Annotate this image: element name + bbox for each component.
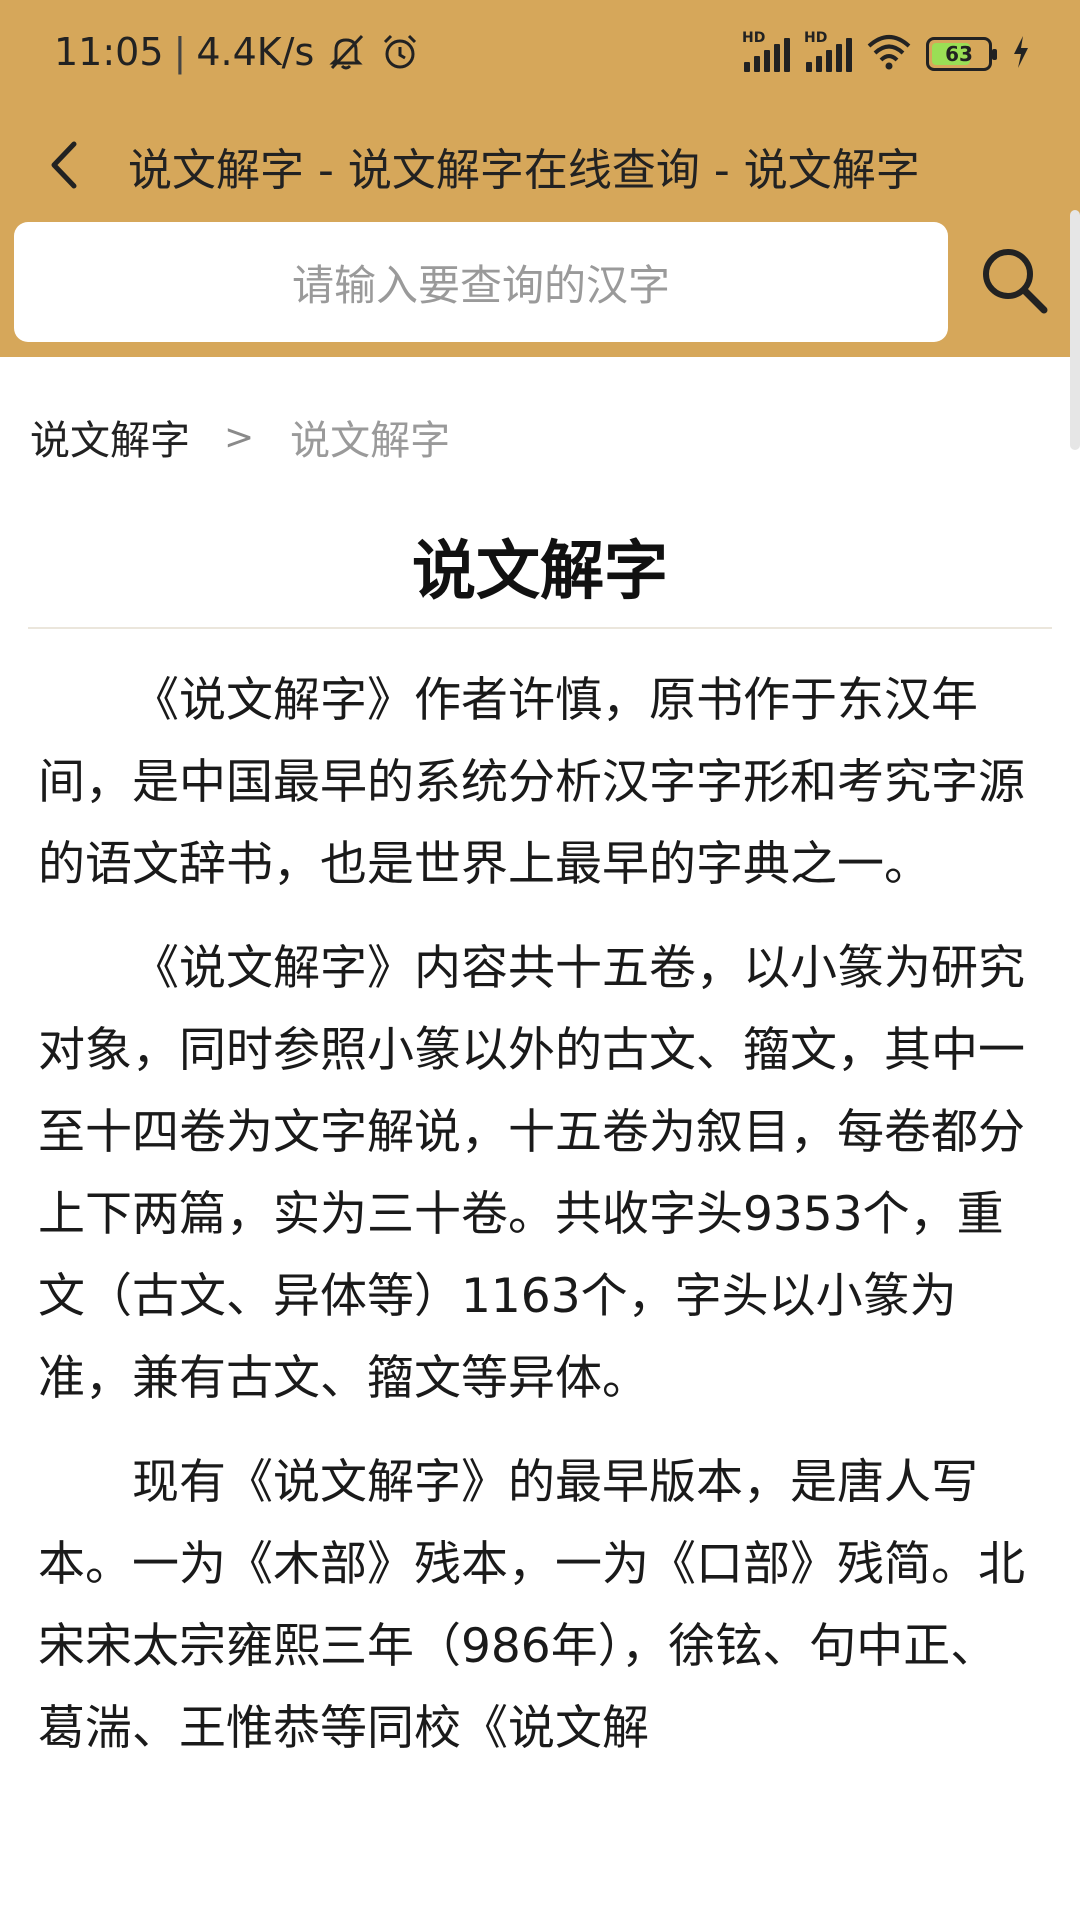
status-divider: | — [173, 30, 187, 74]
status-net-speed: 4.4K/s — [196, 30, 315, 74]
breadcrumb: 说文解字 > 说文解字 — [30, 408, 450, 466]
article-paragraph: 《说文解字》作者许慎，原书作于东汉年间，是中国最早的系统分析汉字字形和考究字源的… — [38, 673, 1025, 892]
title-divider — [28, 627, 1052, 629]
charging-icon — [1012, 36, 1030, 72]
back-arrow-icon[interactable] — [40, 132, 90, 198]
wifi-icon — [866, 34, 912, 74]
battery-icon: 63 — [926, 37, 997, 71]
battery-level: 63 — [945, 42, 973, 66]
alarm-icon — [378, 30, 422, 74]
search-icon[interactable] — [978, 244, 1050, 316]
status-bar: 11:05 | 4.4K/s HD HD 63 — [0, 0, 1080, 110]
article-paragraph: 现有《说文解字》的最早版本，是唐人写本。一为《木部》残本，一为《口部》残简。北宋… — [38, 1455, 1025, 1756]
page-header-title: 说文解字 - 说文解字在线查询 - 说文解字 — [128, 145, 920, 196]
signal-1-label: HD — [742, 30, 766, 46]
signal-icon: HD — [742, 30, 790, 72]
mute-notification-icon — [324, 30, 368, 74]
search-input[interactable]: 请输入要查询的汉字 — [14, 222, 948, 342]
breadcrumb-current: 说文解字 — [290, 418, 451, 464]
article-title: 说文解字 — [412, 535, 668, 609]
signal-icon: HD — [804, 30, 852, 72]
signal-2-label: HD — [804, 30, 828, 46]
breadcrumb-separator: > — [224, 416, 255, 458]
title-bar: 说文解字 - 说文解字在线查询 - 说文解字 — [0, 110, 1080, 220]
status-time: 11:05 — [54, 30, 164, 74]
breadcrumb-root-link[interactable]: 说文解字 — [30, 408, 190, 466]
scrollbar[interactable] — [1070, 210, 1080, 450]
article-paragraph: 《说文解字》内容共十五卷，以小篆为研究对象，同时参照小篆以外的古文、籀文，其中一… — [38, 941, 1025, 1406]
article-body: 《说文解字》作者许慎，原书作于东汉年间，是中国最早的系统分析汉字字形和考究字源的… — [38, 660, 1028, 1792]
